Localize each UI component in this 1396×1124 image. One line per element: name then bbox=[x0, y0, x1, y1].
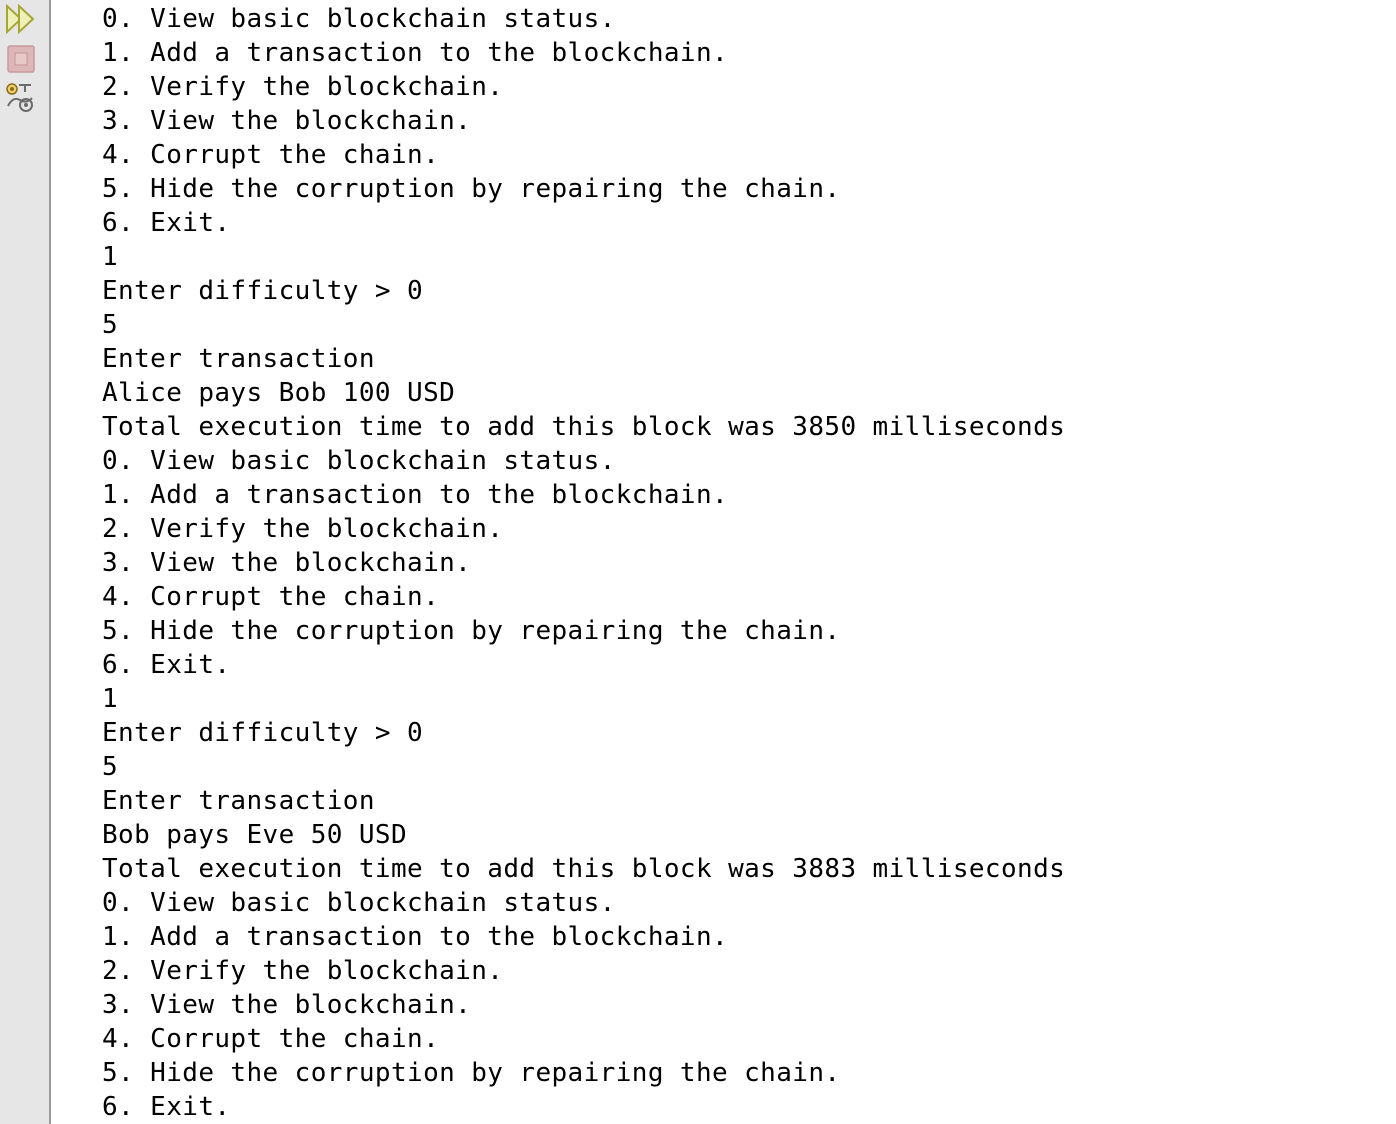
console-line: Total execution time to add this block w… bbox=[102, 854, 1066, 884]
console-line: Enter transaction bbox=[102, 786, 375, 816]
console-line: 2. Verify the blockchain. bbox=[102, 514, 504, 544]
double-play-icon bbox=[6, 3, 35, 35]
console-line: 4. Corrupt the chain. bbox=[102, 140, 440, 170]
settings-button[interactable] bbox=[4, 80, 38, 114]
console-line: Bob pays Eve 50 USD bbox=[102, 820, 408, 850]
console-line: 5 bbox=[102, 752, 119, 782]
console-line: 1. Add a transaction to the blockchain. bbox=[102, 38, 729, 68]
console-line: 3. View the blockchain. bbox=[102, 548, 472, 578]
console-line: Enter difficulty > 0 bbox=[102, 718, 424, 748]
console-line: 6. Exit. bbox=[102, 650, 231, 680]
console-line: 5 bbox=[102, 310, 119, 340]
console-toolbar bbox=[0, 0, 51, 1124]
console-line: Alice pays Bob 100 USD bbox=[102, 378, 456, 408]
console-line: 4. Corrupt the chain. bbox=[102, 1024, 440, 1054]
console-line: Total execution time to add this block w… bbox=[102, 412, 1066, 442]
stop-button[interactable] bbox=[4, 42, 38, 76]
console-line: 1 bbox=[102, 242, 119, 272]
console-line: 0. View basic blockchain status. bbox=[102, 446, 616, 476]
console-line: 0. View basic blockchain status. bbox=[102, 888, 616, 918]
console-line: 5. Hide the corruption by repairing the … bbox=[102, 1058, 841, 1088]
console-line: 6. Exit. bbox=[102, 1092, 231, 1122]
console-line: Enter transaction bbox=[102, 344, 375, 374]
console-line: 2. Verify the blockchain. bbox=[102, 72, 504, 102]
console-line: 3. View the blockchain. bbox=[102, 106, 472, 136]
console-line: 0. View basic blockchain status. bbox=[102, 4, 616, 34]
console-line: 1 bbox=[102, 684, 119, 714]
stop-icon bbox=[7, 45, 35, 73]
console-line: 1. Add a transaction to the blockchain. bbox=[102, 922, 729, 952]
console-output[interactable]: 0. View basic blockchain status. 1. Add a… bbox=[102, 0, 1396, 1124]
console-line: 5. Hide the corruption by repairing the … bbox=[102, 174, 841, 204]
console-line: 1. Add a transaction to the blockchain. bbox=[102, 480, 729, 510]
console-line: 6. Exit. bbox=[102, 208, 231, 238]
console-line: 4. Corrupt the chain. bbox=[102, 582, 440, 612]
console-line: 5. Hide the corruption by repairing the … bbox=[102, 616, 841, 646]
console-line: 2. Verify the blockchain. bbox=[102, 956, 504, 986]
settings-icon bbox=[6, 83, 33, 112]
rerun-button[interactable] bbox=[4, 2, 38, 36]
console-line: Enter difficulty > 0 bbox=[102, 276, 424, 306]
output-window: 0. View basic blockchain status. 1. Add a… bbox=[0, 0, 1396, 1124]
console-line: 3. View the blockchain. bbox=[102, 990, 472, 1020]
